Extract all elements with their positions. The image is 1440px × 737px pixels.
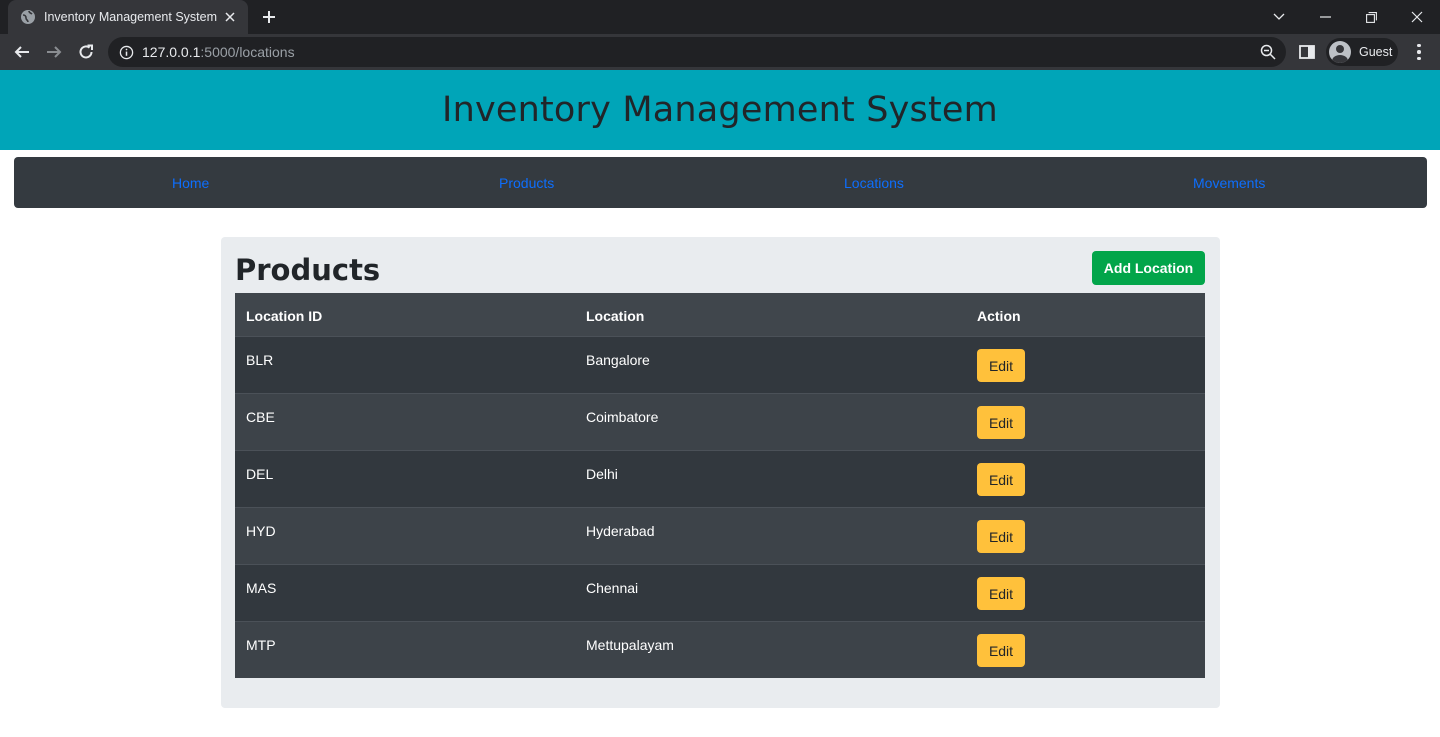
address-bar[interactable]: 127.0.0.1:5000/locations (108, 37, 1286, 67)
locations-table: Location ID Location Action BLR Bangalor… (235, 293, 1205, 678)
nav-link-locations[interactable]: Locations (844, 175, 904, 191)
table-row: CBE Coimbatore Edit (235, 394, 1205, 451)
column-header-action: Action (977, 308, 1021, 324)
main-navbar: Home Products Locations Movements (14, 157, 1427, 208)
new-tab-icon[interactable] (258, 6, 280, 28)
back-arrow-icon[interactable] (8, 38, 36, 66)
close-window-icon[interactable] (1394, 0, 1440, 34)
table-row: HYD Hyderabad Edit (235, 508, 1205, 565)
zoom-icon[interactable] (1260, 44, 1276, 60)
globe-icon (20, 9, 36, 25)
location-id-cell: CBE (246, 409, 275, 425)
add-location-button[interactable]: Add Location (1092, 251, 1205, 285)
edit-button[interactable]: Edit (977, 577, 1025, 610)
edit-button[interactable]: Edit (977, 634, 1025, 667)
profile-label: Guest (1359, 45, 1393, 59)
location-id-cell: BLR (246, 352, 274, 368)
minimize-icon[interactable] (1302, 0, 1348, 34)
location-id-cell: HYD (246, 523, 276, 539)
page-title: Products (235, 253, 381, 287)
avatar (1329, 41, 1351, 63)
edit-button[interactable]: Edit (977, 520, 1025, 553)
browser-tab-bar: Inventory Management System (0, 0, 1440, 34)
table-row: DEL Delhi Edit (235, 451, 1205, 508)
table-row: MAS Chennai Edit (235, 565, 1205, 622)
location-id-cell: MAS (246, 580, 277, 596)
location-id-cell: DEL (246, 466, 274, 482)
column-header-location: Location (586, 308, 645, 324)
location-name-cell: Bangalore (586, 352, 650, 368)
nav-link-home[interactable]: Home (172, 175, 209, 191)
site-header: Inventory Management System (0, 70, 1440, 150)
location-name-cell: Hyderabad (586, 523, 655, 539)
forward-arrow-icon[interactable] (40, 38, 68, 66)
kebab-menu-icon[interactable] (1410, 42, 1428, 62)
browser-tab[interactable]: Inventory Management System (8, 0, 248, 34)
url-text: 127.0.0.1:5000/locations (142, 44, 295, 60)
location-name-cell: Chennai (586, 580, 639, 596)
reload-icon[interactable] (72, 38, 100, 66)
location-name-cell: Delhi (586, 466, 618, 482)
location-name-cell: Mettupalayam (586, 637, 674, 653)
nav-link-products[interactable]: Products (499, 175, 554, 191)
table-header: Location ID Location Action (235, 293, 1205, 337)
restore-icon[interactable] (1348, 0, 1394, 34)
tab-search-icon[interactable] (1256, 0, 1302, 34)
browser-toolbar: 127.0.0.1:5000/locations Guest (0, 34, 1440, 70)
info-icon[interactable] (118, 44, 134, 60)
location-name-cell: Coimbatore (586, 409, 659, 425)
profile-button[interactable]: Guest (1326, 38, 1398, 66)
table-row: MTP Mettupalayam Edit (235, 622, 1205, 678)
column-header-location-id: Location ID (246, 308, 323, 324)
edit-button[interactable]: Edit (977, 349, 1025, 382)
close-tab-icon[interactable] (220, 7, 240, 27)
location-id-cell: MTP (246, 637, 276, 653)
edit-button[interactable]: Edit (977, 406, 1025, 439)
locations-card: Products Add Location Location ID Locati… (221, 237, 1220, 708)
edit-button[interactable]: Edit (977, 463, 1025, 496)
nav-link-movements[interactable]: Movements (1193, 175, 1265, 191)
table-row: BLR Bangalore Edit (235, 337, 1205, 394)
side-panel-icon[interactable] (1298, 43, 1316, 61)
site-title: Inventory Management System (442, 90, 998, 130)
tab-title: Inventory Management System (44, 10, 217, 24)
